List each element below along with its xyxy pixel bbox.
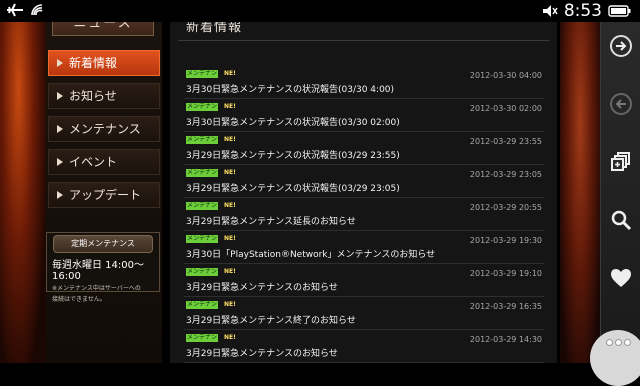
news-date: 2012-03-29 16:35: [469, 302, 542, 311]
more-icon: [606, 340, 612, 345]
news-title[interactable]: 3月29日緊急メンテナンス終了のお知らせ: [186, 313, 356, 326]
category-badge: メンテナンス: [186, 268, 218, 283]
sidebar-item-new[interactable]: 新着情報: [48, 50, 160, 76]
new-badge: NE!: [224, 202, 236, 209]
status-bar: 8:53: [0, 0, 640, 22]
maintenance-panel: 定期メンテナンス 毎週水曜日 14:00～16:00 ※メンテナンス中はサーバー…: [46, 232, 160, 303]
news-row[interactable]: メンテナンス NE! 2012-03-29 19:30 3月30日「PlaySt…: [184, 231, 544, 264]
new-badge: NE!: [224, 103, 236, 110]
page-title: 新着情報: [186, 22, 243, 35]
news-title[interactable]: 3月29日緊急メンテナンスの状況報告(03/29 23:55): [186, 148, 400, 161]
new-badge: NE!: [224, 70, 236, 77]
speaker-icon: [542, 5, 558, 17]
new-badge: NE!: [224, 169, 236, 176]
sidebar-item-label: イベント: [69, 155, 118, 169]
sidebar-item-updates[interactable]: アップデート: [48, 182, 160, 208]
news-title[interactable]: 3月29日緊急メンテナンスのお知らせ: [186, 280, 338, 293]
search-button[interactable]: [609, 208, 633, 232]
windows-button[interactable]: [609, 150, 633, 174]
back-icon: [615, 99, 626, 109]
news-title[interactable]: 3月29日緊急メンテナンスのお知らせ: [186, 346, 338, 359]
news-date: 2012-03-29 23:55: [469, 137, 542, 146]
maintenance-note-1: ※メンテナンス中はサーバーへの: [52, 285, 141, 292]
more-options-button[interactable]: [590, 330, 640, 386]
news-row[interactable]: メンテナンス NE! 2012-03-29 14:30 3月29日緊急メンテナン…: [184, 330, 544, 363]
arrow-right-icon: [57, 125, 63, 133]
news-date: 2012-03-29 23:05: [469, 170, 542, 179]
news-date: 2012-03-30 02:00: [469, 104, 542, 113]
left-artwork: [0, 22, 46, 363]
sidebar-item-notices[interactable]: お知らせ: [48, 83, 160, 109]
news-date: 2012-03-29 19:10: [469, 269, 542, 278]
category-badge: メンテナンス: [186, 202, 218, 217]
news-row[interactable]: メンテナンス NE! 2012-03-29 16:35 3月29日緊急メンテナン…: [184, 297, 544, 330]
new-badge: NE!: [224, 235, 236, 242]
airplane-icon: [7, 3, 23, 17]
sidebar-item-events[interactable]: イベント: [48, 149, 160, 175]
category-badge: メンテナンス: [186, 301, 218, 316]
right-artwork: [560, 22, 600, 363]
new-badge: NE!: [224, 136, 236, 143]
bookmark-button[interactable]: [609, 266, 633, 290]
arrow-right-icon: [57, 191, 63, 199]
sidebar-item-label: 新着情報: [69, 56, 118, 70]
news-row[interactable]: メンテナンス NE! 2012-03-29 23:55 3月29日緊急メンテナン…: [184, 132, 544, 165]
news-list: メンテナンス NE! 2012-03-30 04:00 3月30日緊急メンテナン…: [184, 66, 544, 363]
news-date: 2012-03-29 20:55: [469, 203, 542, 212]
news-title[interactable]: 3月29日緊急メンテナンス延長のお知らせ: [186, 214, 356, 227]
news-title[interactable]: 3月30日緊急メンテナンスの状況報告(03/30 02:00): [186, 115, 400, 128]
sidebar-nav: 新着情報 お知らせ メンテナンス イベント アップデート: [48, 50, 160, 215]
title-divider: [178, 40, 549, 41]
sidebar-item-label: メンテナンス: [69, 122, 141, 136]
new-badge: NE!: [224, 334, 236, 341]
new-badge: NE!: [224, 301, 236, 308]
battery-icon: [608, 5, 631, 17]
category-badge: メンテナンス: [186, 70, 218, 85]
news-title[interactable]: 3月29日緊急メンテナンスの状況報告(03/29 23:05): [186, 181, 400, 194]
news-row[interactable]: メンテナンス NE! 2012-03-29 23:05 3月29日緊急メンテナン…: [184, 165, 544, 198]
news-date: 2012-03-29 14:30: [469, 335, 542, 344]
news-row[interactable]: メンテナンス NE! 2012-03-29 19:10 3月29日緊急メンテナン…: [184, 264, 544, 297]
maintenance-time: 毎週水曜日 14:00～16:00: [52, 260, 144, 282]
maintenance-title: 定期メンテナンス: [53, 235, 153, 253]
category-badge: メンテナンス: [186, 136, 218, 151]
forward-button[interactable]: [609, 34, 633, 58]
category-badge: メンテナンス: [186, 334, 218, 349]
heart-icon: [611, 269, 631, 287]
wifi-icon: [31, 4, 43, 16]
clock: 8:53: [563, 1, 602, 21]
forward-icon: [616, 41, 627, 51]
news-row[interactable]: メンテナンス NE! 2012-03-30 02:00 3月30日緊急メンテナン…: [184, 99, 544, 132]
news-panel: 新着情報 メンテナンス NE! 2012-03-30 04:00 3月30日緊急…: [170, 22, 557, 363]
news-date: 2012-03-29 19:30: [469, 236, 542, 245]
category-badge: メンテナンス: [186, 169, 218, 184]
arrow-right-icon: [57, 92, 63, 100]
news-row[interactable]: メンテナンス NE! 2012-03-29 20:55 3月29日緊急メンテナン…: [184, 198, 544, 231]
news-title[interactable]: 3月30日「PlayStation®Network」メンテナンスのお知らせ: [186, 247, 435, 260]
maintenance-note-2: 接続はできません。: [52, 296, 106, 303]
news-title[interactable]: 3月30日緊急メンテナンスの状況報告(03/30 4:00): [186, 82, 394, 95]
sidebar-item-label: アップデート: [69, 188, 142, 202]
new-badge: NE!: [224, 268, 236, 275]
category-badge: メンテナンス: [186, 235, 218, 250]
back-button[interactable]: [609, 92, 633, 116]
windows-icon: [611, 152, 630, 171]
sidebar-item-label: お知らせ: [69, 89, 117, 103]
category-badge: メンテナンス: [186, 103, 218, 118]
arrow-right-icon: [57, 59, 63, 67]
news-date: 2012-03-30 04:00: [469, 71, 542, 80]
arrow-right-icon: [57, 158, 63, 166]
browser-control-bar: [600, 22, 640, 363]
news-row[interactable]: メンテナンス NE! 2012-03-30 04:00 3月30日緊急メンテナン…: [184, 66, 544, 99]
search-icon: [611, 210, 632, 231]
sidebar-item-maintenance[interactable]: メンテナンス: [48, 116, 160, 142]
